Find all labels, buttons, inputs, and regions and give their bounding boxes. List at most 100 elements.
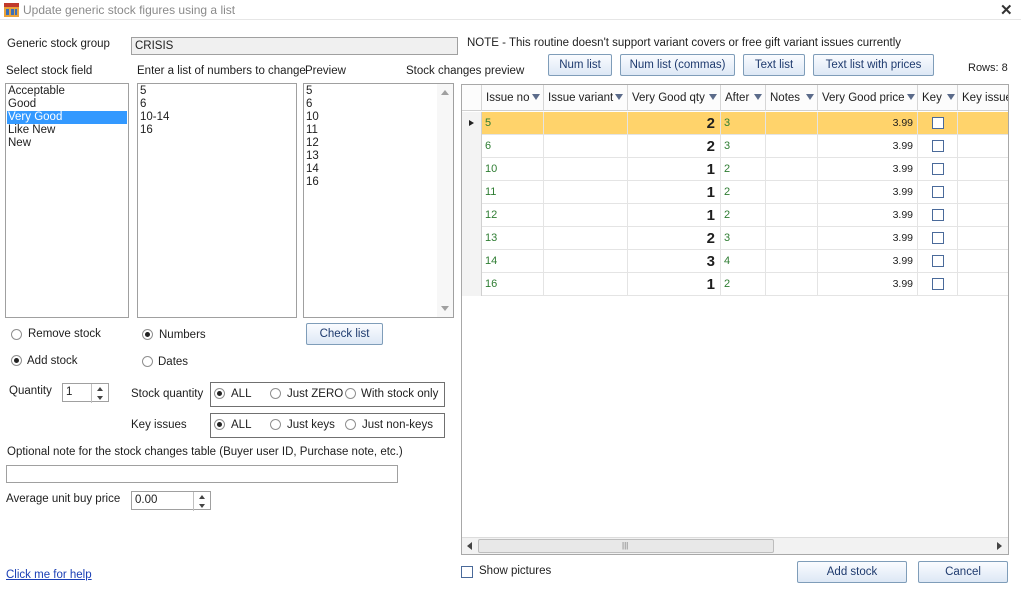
cell-price[interactable]: 3.99 [818,227,918,250]
filter-icon[interactable] [907,94,915,100]
cell-variant[interactable] [544,250,628,273]
row-selector[interactable] [462,204,482,227]
row-selector[interactable] [462,181,482,204]
scroll-left-icon[interactable] [467,542,472,550]
table-row[interactable]: 14 3 4 3.99 [462,250,1008,273]
stock-changes-grid[interactable]: Issue no Issue variant Very Good qty Aft… [461,84,1009,555]
cell-issue[interactable]: 12 [482,204,544,227]
stock-field-item[interactable]: New [7,137,127,150]
stock-all-radio[interactable] [214,388,225,399]
cell-after[interactable]: 2 [721,204,766,227]
preview-scrollbar[interactable] [437,84,453,317]
cell-price[interactable]: 3.99 [818,250,918,273]
stock-with-radio[interactable] [345,388,356,399]
cell-key-issue[interactable] [958,158,1008,181]
scroll-right-icon[interactable] [997,542,1002,550]
cell-key[interactable] [918,181,958,204]
row-selector[interactable] [462,250,482,273]
row-selector[interactable] [462,112,482,135]
cell-key-issue[interactable] [958,250,1008,273]
cell-notes[interactable] [766,250,818,273]
key-checkbox[interactable] [932,117,944,129]
stock-field-item-selected[interactable]: Very Good [7,111,127,124]
cell-key-issue[interactable] [958,227,1008,250]
filter-icon[interactable] [806,94,814,100]
cell-notes[interactable] [766,227,818,250]
cell-issue[interactable]: 6 [482,135,544,158]
row-selector[interactable] [462,158,482,181]
optional-note-input[interactable] [6,465,398,483]
table-row[interactable]: 11 1 2 3.99 [462,181,1008,204]
remove-stock-radio[interactable] [11,329,22,340]
key-nonkeys-radio[interactable] [345,419,356,430]
table-row[interactable]: 10 1 2 3.99 [462,158,1008,181]
cell-key[interactable] [918,227,958,250]
num-list-commas-button[interactable]: Num list (commas) [620,54,735,76]
show-pictures-checkbox[interactable] [461,566,473,578]
table-row[interactable]: 13 2 3 3.99 [462,227,1008,250]
cell-key-issue[interactable] [958,273,1008,296]
cell-notes[interactable] [766,135,818,158]
key-all-radio[interactable] [214,419,225,430]
spin-arrows-icon[interactable] [193,492,210,511]
cell-after[interactable]: 2 [721,181,766,204]
cell-qty[interactable]: 3 [628,250,721,273]
stock-field-list[interactable]: Acceptable Good Very Good Like New New [5,83,129,318]
numbers-textarea[interactable]: 5 6 10-14 16 [137,83,297,318]
cell-price[interactable]: 3.99 [818,135,918,158]
cell-price[interactable]: 3.99 [818,204,918,227]
cell-qty[interactable]: 1 [628,204,721,227]
cell-after[interactable]: 4 [721,250,766,273]
cell-notes[interactable] [766,158,818,181]
grid-hscrollbar[interactable]: ||| [462,537,1008,554]
key-checkbox[interactable] [932,209,944,221]
cell-issue[interactable]: 11 [482,181,544,204]
key-checkbox[interactable] [932,232,944,244]
cell-price[interactable]: 3.99 [818,158,918,181]
cell-qty[interactable]: 2 [628,227,721,250]
cell-after[interactable]: 3 [721,135,766,158]
cell-after[interactable]: 2 [721,158,766,181]
cell-issue[interactable]: 16 [482,273,544,296]
cell-price[interactable]: 3.99 [818,273,918,296]
cell-variant[interactable] [544,181,628,204]
stock-field-item[interactable]: Like New [7,124,127,137]
column-header[interactable]: Key issue [958,85,1008,111]
cell-qty[interactable]: 2 [628,112,721,135]
check-list-button[interactable]: Check list [306,323,383,345]
key-checkbox[interactable] [932,186,944,198]
cell-key[interactable] [918,250,958,273]
cell-key[interactable] [918,158,958,181]
cell-variant[interactable] [544,135,628,158]
cell-qty[interactable]: 1 [628,273,721,296]
cell-key-issue[interactable] [958,204,1008,227]
preview-box[interactable]: 5 6 10 11 12 13 14 16 [303,83,454,318]
scroll-up-icon[interactable] [441,90,449,95]
add-stock-button[interactable]: Add stock [797,561,907,583]
help-link[interactable]: Click me for help [6,569,92,581]
num-list-button[interactable]: Num list [548,54,612,76]
cell-key[interactable] [918,135,958,158]
cell-key[interactable] [918,273,958,296]
close-icon[interactable]: ✕ [1000,1,1013,19]
numbers-radio[interactable] [142,329,153,340]
filter-icon[interactable] [754,94,762,100]
cell-notes[interactable] [766,112,818,135]
cell-issue[interactable]: 10 [482,158,544,181]
quantity-stepper[interactable]: 1 [62,383,109,403]
cell-after[interactable]: 3 [721,112,766,135]
key-checkbox[interactable] [932,140,944,152]
key-checkbox[interactable] [932,163,944,175]
text-list-prices-button[interactable]: Text list with prices [813,54,934,76]
filter-icon[interactable] [709,94,717,100]
column-header[interactable]: Very Good qty [628,85,721,111]
cell-key-issue[interactable] [958,181,1008,204]
stock-field-item[interactable]: Good [7,98,127,111]
filter-icon[interactable] [947,94,955,100]
cell-price[interactable]: 3.99 [818,181,918,204]
cell-notes[interactable] [766,181,818,204]
cell-issue[interactable]: 13 [482,227,544,250]
dates-radio[interactable] [142,356,153,367]
table-row[interactable]: 16 1 2 3.99 [462,273,1008,296]
cell-qty[interactable]: 2 [628,135,721,158]
